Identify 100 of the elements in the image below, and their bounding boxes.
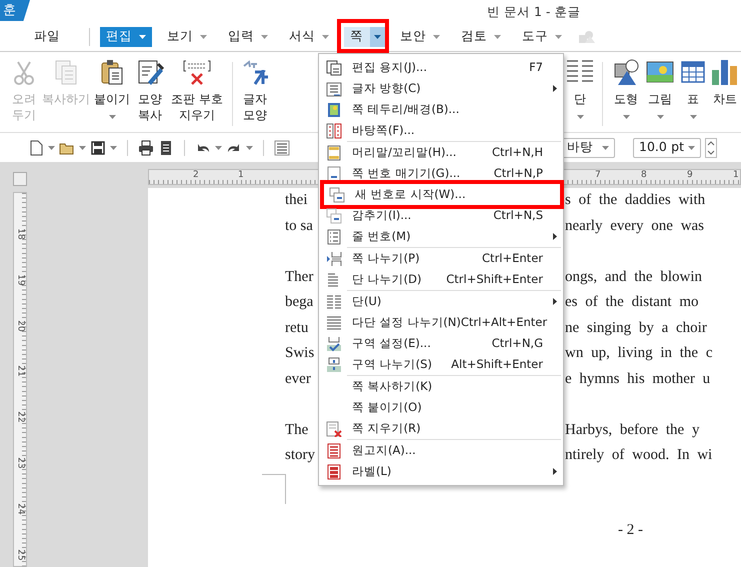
text-line: bega	[285, 294, 314, 310]
text-line: to sa	[285, 218, 313, 234]
page-number: - 2 -	[618, 521, 643, 540]
margin-mark	[262, 474, 286, 504]
shortcut-label: Ctrl+Enter	[482, 250, 543, 267]
shortcut-label: Alt+Shift+Enter	[451, 356, 543, 373]
ruler-number: 18	[16, 228, 26, 240]
text-line: ne singing by a choir	[565, 318, 707, 338]
shortcut-label: Ctrl+N,P	[494, 164, 543, 182]
menu-item[interactable]: 줄 번호(M)	[321, 226, 561, 247]
window-title: 빈 문서 1 - 훈글	[487, 3, 580, 21]
ruler-number: 19	[16, 274, 26, 286]
ruler-number: 23	[16, 457, 26, 469]
clear-marks-icon	[183, 58, 211, 86]
page-break-icon	[326, 250, 342, 266]
page-number-icon	[326, 166, 342, 182]
multi-column-icon	[326, 314, 342, 330]
menu-item[interactable]: 원고지(A)...	[321, 440, 561, 461]
format-brush-icon	[136, 58, 164, 86]
menu-item[interactable]: 편집 용지(J)... F7	[321, 57, 561, 78]
menu-item[interactable]: 감추기(I)... Ctrl+N,S	[321, 205, 561, 226]
menu-item[interactable]: 입력	[222, 26, 274, 46]
app-logo: 훈	[0, 0, 30, 21]
caret-icon	[79, 146, 86, 150]
ruler-number: 1	[733, 170, 739, 180]
shortcut-label: Ctrl+N,H	[492, 144, 543, 161]
page-setup-icon	[326, 60, 342, 76]
text-line: The	[285, 422, 308, 438]
menu-item[interactable]: 단(U)	[321, 291, 561, 312]
text-line: Harbys, before the y	[565, 420, 700, 440]
ruler-number: 20	[16, 320, 26, 332]
text-line: thei	[285, 192, 308, 208]
menu-item[interactable]: 쪽 지우기(R)	[321, 418, 561, 439]
menu-item[interactable]: 보안	[394, 26, 446, 46]
menu-item[interactable]: 단 나누기(D) Ctrl+Shift+Enter	[321, 269, 561, 290]
text-line: retu	[285, 320, 308, 336]
caret-icon	[688, 146, 695, 150]
text-line: e hymns his mother u	[565, 370, 710, 388]
ruler-number: 25	[16, 548, 26, 560]
menu-item[interactable]: 편집	[100, 26, 152, 46]
ruler-number: 2	[193, 170, 199, 180]
shortcut-label: F7	[529, 58, 543, 76]
columns-icon	[326, 294, 342, 310]
ruler-number: 21	[16, 366, 26, 378]
shapes-icon	[612, 58, 640, 86]
menu-item[interactable]: 검토	[455, 26, 507, 46]
caret-icon	[110, 146, 117, 150]
ribbon-button[interactable]: 단	[564, 58, 596, 132]
print-icon[interactable]	[138, 140, 154, 156]
section-settings-icon	[326, 336, 342, 352]
page-border-icon	[326, 102, 342, 118]
ribbon-button[interactable]: 그림	[643, 58, 677, 132]
menu-item[interactable]: 글자 방향(C)	[321, 78, 561, 99]
menu-item[interactable]: 서식	[283, 26, 335, 46]
save-icon[interactable]	[90, 140, 106, 156]
ribbon-button[interactable]: 붙이기	[92, 58, 132, 132]
text-line: es of the distant mo	[565, 293, 698, 312]
align-icon[interactable]	[274, 140, 290, 156]
ruler-number: 24	[16, 503, 26, 515]
menu-item[interactable]: 쪽 붙이기(O)	[321, 397, 561, 418]
ruler-number: 8	[641, 170, 647, 180]
font-field[interactable]: 바탕	[561, 138, 615, 158]
preview-icon[interactable]	[158, 140, 174, 156]
menu-item[interactable]: 새 번호로 시작(W)...	[324, 184, 560, 205]
menu-item[interactable]: 도구	[516, 26, 568, 46]
menu-item[interactable]: 쪽 복사하기(K)	[321, 376, 561, 397]
menu-item[interactable]: 쪽	[344, 26, 385, 46]
manuscript-icon	[326, 442, 342, 458]
caret-icon	[215, 146, 222, 150]
text-line: ntirely of wood. In wi	[565, 446, 712, 465]
caret-icon	[246, 146, 253, 150]
menu-item[interactable]: 쪽 테두리/배경(B)...	[321, 99, 561, 120]
text-direction-icon	[326, 80, 342, 96]
menu-item[interactable]: 다단 설정 나누기(N)Ctrl+Alt+Enter	[321, 312, 561, 333]
menu-item[interactable]: 파일	[28, 26, 66, 46]
new-document-icon[interactable]	[28, 140, 44, 156]
menu-item[interactable]: 바탕쪽(F)...	[321, 120, 561, 141]
menu-item[interactable]: 구역 나누기(S) Alt+Shift+Enter	[321, 354, 561, 375]
shortcut-label: Ctrl+Alt+Enter	[460, 314, 548, 331]
ribbon-button[interactable]: 조판 부호 지우기	[168, 58, 226, 132]
font-size-field[interactable]: 10.0 pt	[633, 138, 701, 158]
ribbon-button[interactable]: 모양 복사	[132, 58, 168, 132]
ribbon-button[interactable]: 차트	[709, 58, 741, 132]
menu-item[interactable]: 쪽 나누기(P) Ctrl+Enter	[321, 248, 561, 269]
ruler-number: 7	[595, 170, 601, 180]
shortcut-label: Ctrl+N,G	[492, 334, 543, 352]
character-icon	[241, 58, 269, 86]
ribbon-button[interactable]: 글자 모양	[239, 58, 271, 132]
menu-item[interactable]: 머리말/꼬리말(H)... Ctrl+N,H	[321, 142, 561, 163]
menu-item[interactable]: 구역 설정(E)... Ctrl+N,G	[321, 333, 561, 354]
menu-item[interactable]: 라벨(L)	[321, 461, 561, 482]
header-footer-icon	[326, 144, 342, 160]
ruler-number: 9	[687, 170, 693, 180]
spinner-icon[interactable]	[705, 138, 717, 158]
ruler-number: 22	[16, 411, 26, 423]
menu-item[interactable]: 쪽 번호 매기기(G)... Ctrl+N,P	[321, 163, 561, 184]
ribbon-button[interactable]: 도형	[609, 58, 643, 132]
hide-icon	[326, 208, 342, 224]
ribbon-button[interactable]: 표	[677, 58, 709, 132]
menu-item[interactable]: 보기	[161, 26, 213, 46]
